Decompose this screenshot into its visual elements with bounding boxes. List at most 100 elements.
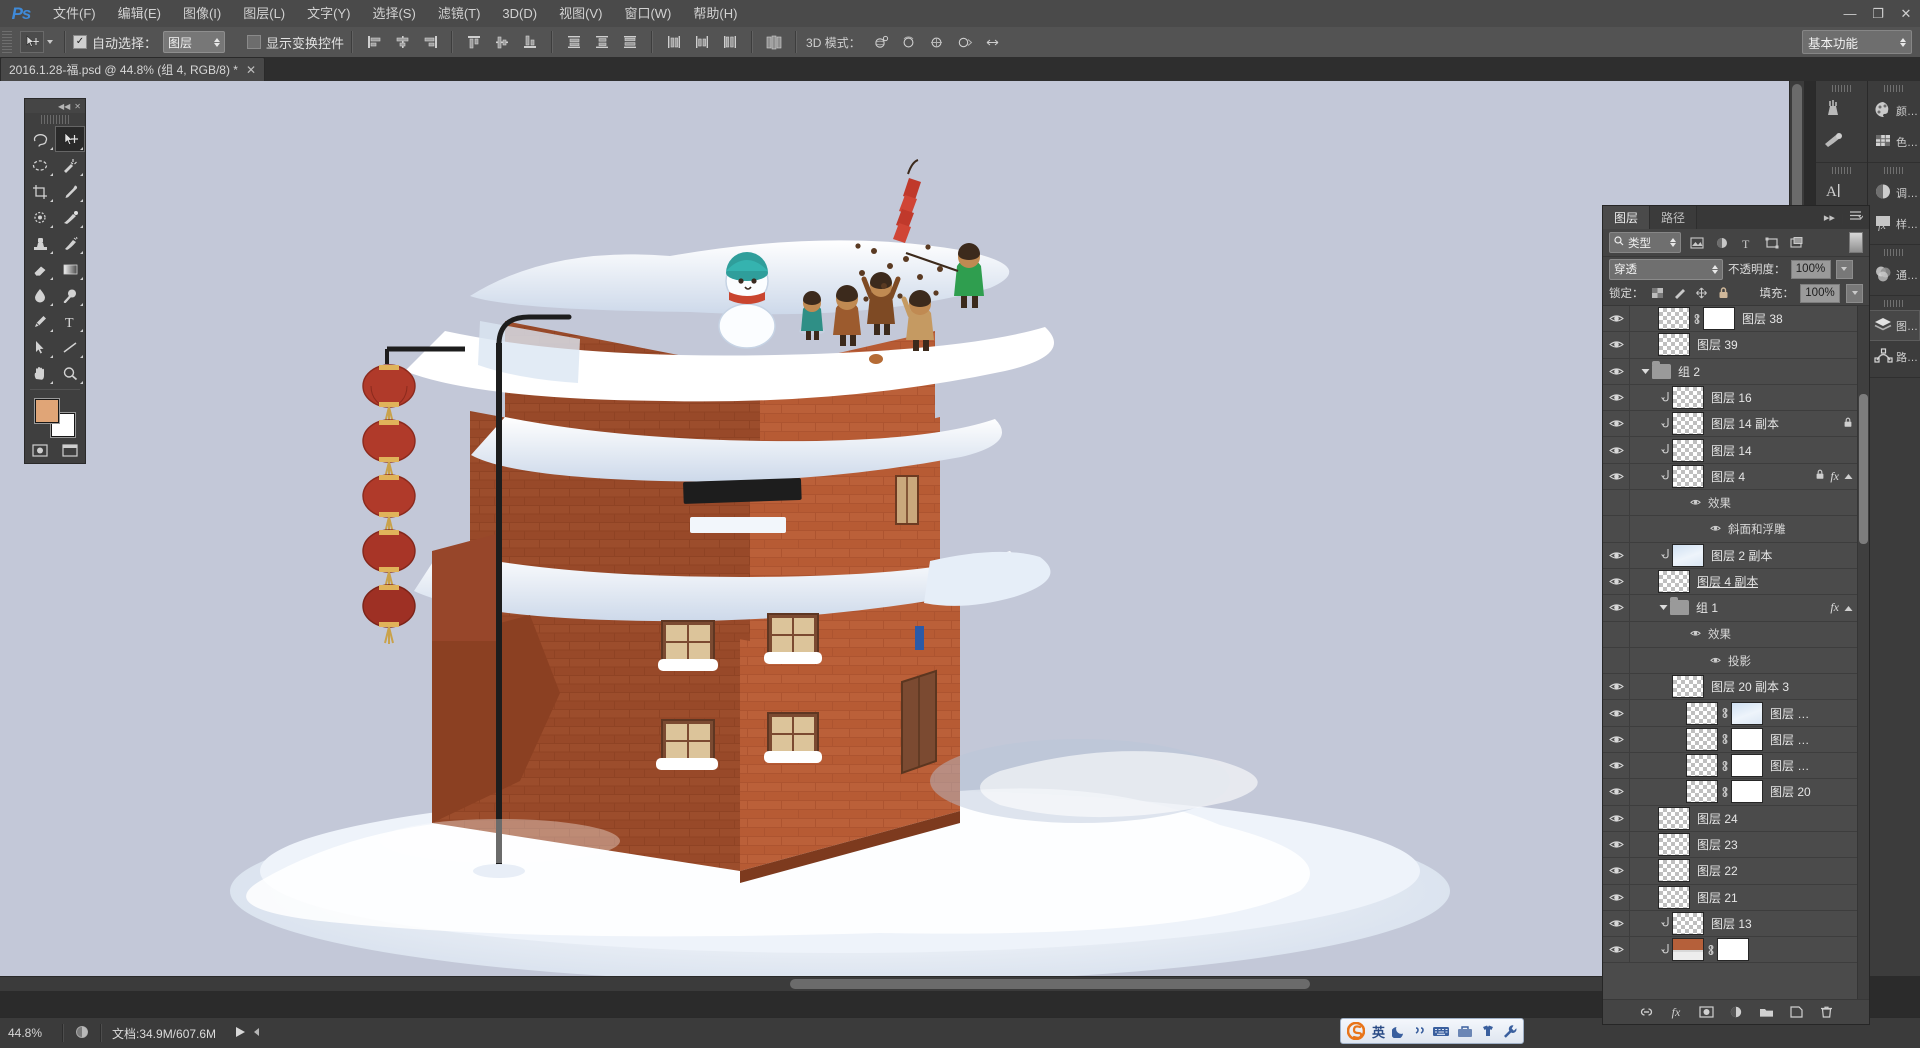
layer-name[interactable]: 图层 38	[1742, 310, 1783, 327]
rail-grip-1[interactable]	[1832, 85, 1852, 92]
canvas-horizontal-scroll-thumb[interactable]	[790, 979, 1310, 989]
move-tool-icon[interactable]	[55, 126, 85, 152]
current-tool-picker[interactable]	[16, 31, 57, 53]
left-arrow-icon[interactable]	[252, 1026, 261, 1041]
layer-visibility-toggle[interactable]	[1603, 306, 1630, 331]
pen-tool-icon[interactable]	[25, 308, 55, 334]
menu-view[interactable]: 视图(V)	[548, 0, 613, 27]
layer-thumbnail[interactable]	[1672, 938, 1704, 961]
layer-effect-row[interactable]: 投影	[1603, 648, 1869, 674]
rail-grip-5[interactable]	[1884, 249, 1904, 256]
delete-layer-icon[interactable]	[1818, 1004, 1835, 1021]
layer-thumbnail[interactable]	[1658, 807, 1690, 830]
brush-tool-icon[interactable]	[55, 204, 85, 230]
history-brush-tool-icon[interactable]	[55, 230, 85, 256]
layer-thumbnail[interactable]	[1672, 912, 1704, 935]
layer-row[interactable]: 图层 14 副本	[1603, 411, 1869, 437]
filter-pixel-icon[interactable]	[1687, 233, 1706, 252]
layer-thumbnail[interactable]	[1686, 702, 1718, 725]
layer-visibility-toggle[interactable]	[1603, 437, 1630, 462]
document-tab-close-icon[interactable]: ✕	[246, 63, 256, 77]
lock-transparent-pixels-icon[interactable]	[1650, 285, 1666, 301]
effect-visibility-toggle[interactable]	[1603, 490, 1630, 515]
layer-visibility-toggle[interactable]	[1603, 411, 1630, 436]
layer-name[interactable]: 图层 21	[1697, 889, 1738, 906]
filter-smart-object-icon[interactable]	[1787, 233, 1806, 252]
auto-select-scope-select[interactable]: 图层	[163, 31, 225, 53]
distribute-left-edges-button[interactable]	[662, 31, 686, 53]
auto-select-checkbox[interactable]: ✓	[73, 35, 87, 49]
layer-thumbnail[interactable]	[1658, 833, 1690, 856]
play-arrow-icon[interactable]	[234, 1026, 246, 1041]
layer-effects-row[interactable]: 效果	[1603, 490, 1869, 516]
layer-name[interactable]: 图层 20	[1770, 783, 1811, 800]
quick-mask-icon[interactable]	[25, 437, 55, 463]
filter-shape-icon[interactable]	[1762, 233, 1781, 252]
tool-preset-chevron-down-icon[interactable]	[47, 40, 53, 44]
layer-row[interactable]: 图层 38	[1603, 306, 1869, 332]
layer-name[interactable]: 图层 20 副本 3	[1711, 678, 1789, 695]
layer-row[interactable]	[1603, 937, 1869, 963]
layer-row[interactable]: 图层 14	[1603, 437, 1869, 463]
filter-toggle-switch[interactable]	[1849, 232, 1863, 253]
layer-thumbnail[interactable]	[1658, 307, 1690, 330]
distribute-top-edges-button[interactable]	[562, 31, 586, 53]
menu-help[interactable]: 帮助(H)	[682, 0, 748, 27]
lasso-tool-icon[interactable]	[25, 126, 55, 152]
layer-group-row[interactable]: 组 1fx	[1603, 595, 1869, 621]
brush-settings-panel-button[interactable]	[1816, 126, 1868, 157]
eraser-tool-icon[interactable]	[25, 256, 55, 282]
distribute-bottom-edges-button[interactable]	[618, 31, 642, 53]
layer-mask-thumbnail[interactable]	[1731, 754, 1763, 777]
layer-row[interactable]: 图层 13	[1603, 911, 1869, 937]
chevron-down-icon[interactable]	[1638, 368, 1652, 375]
layer-row[interactable]: 图层 20 副本 3	[1603, 674, 1869, 700]
tab-paths[interactable]: 路径	[1650, 206, 1697, 229]
layer-mask-thumbnail[interactable]	[1731, 702, 1763, 725]
layer-name[interactable]: 图层 4 副本	[1697, 573, 1758, 590]
layer-name[interactable]: 图层 24	[1697, 810, 1738, 827]
sogou-logo-icon[interactable]	[1347, 1022, 1365, 1040]
clone-stamp-tool-icon[interactable]	[25, 230, 55, 256]
layer-name[interactable]: 图层 23	[1697, 836, 1738, 853]
align-left-edges-button[interactable]	[362, 31, 386, 53]
menu-type[interactable]: 文字(Y)	[296, 0, 361, 27]
group-visibility-toggle[interactable]	[1603, 595, 1630, 620]
layer-mask-thumbnail[interactable]	[1717, 938, 1749, 961]
opacity-chevron-down-icon[interactable]	[1836, 260, 1853, 279]
layer-visibility-toggle[interactable]	[1603, 885, 1630, 910]
minimize-button[interactable]: —	[1836, 0, 1864, 27]
mask-link-icon[interactable]	[1690, 313, 1703, 325]
layer-name[interactable]: 图层 …	[1770, 757, 1809, 774]
effect-visibility-toggle[interactable]	[1603, 622, 1630, 647]
toolbox-close-icon[interactable]: ✕	[74, 102, 81, 111]
layer-row[interactable]: 图层 4fx	[1603, 464, 1869, 490]
zoom-tool-icon[interactable]	[55, 360, 85, 386]
align-horizontal-centers-button[interactable]	[390, 31, 414, 53]
mask-link-icon[interactable]	[1718, 707, 1731, 719]
skin-icon[interactable]	[1480, 1024, 1495, 1038]
lock-position-icon[interactable]	[1694, 285, 1710, 301]
layer-thumbnail[interactable]	[1686, 728, 1718, 751]
menu-file[interactable]: 文件(F)	[42, 0, 107, 27]
canvas-area[interactable]	[0, 81, 1804, 991]
layer-name[interactable]: 图层 39	[1697, 336, 1738, 353]
foreground-color-swatch[interactable]	[35, 399, 59, 423]
eyedropper-tool-icon[interactable]	[55, 178, 85, 204]
layer-name[interactable]: 图层 …	[1770, 705, 1809, 722]
menu-layer[interactable]: 图层(L)	[232, 0, 296, 27]
layer-thumbnail[interactable]	[1658, 570, 1690, 593]
filter-kind-select[interactable]: 类型	[1609, 232, 1681, 253]
filter-adjustment-icon[interactable]	[1712, 233, 1731, 252]
layer-row[interactable]: 图层 24	[1603, 806, 1869, 832]
fill-value[interactable]: 100%	[1800, 284, 1840, 303]
workspace-select[interactable]: 基本功能	[1802, 30, 1912, 54]
canvas-horizontal-scrollbar[interactable]	[0, 976, 1804, 991]
mask-link-icon[interactable]	[1718, 786, 1731, 798]
eye-icon[interactable]	[1690, 627, 1701, 641]
blur-tool-icon[interactable]	[25, 282, 55, 308]
distribute-horizontal-centers-button[interactable]	[690, 31, 714, 53]
effect-visibility-toggle[interactable]	[1603, 516, 1630, 541]
group-visibility-toggle[interactable]	[1603, 359, 1630, 384]
eye-icon[interactable]	[1710, 654, 1721, 668]
